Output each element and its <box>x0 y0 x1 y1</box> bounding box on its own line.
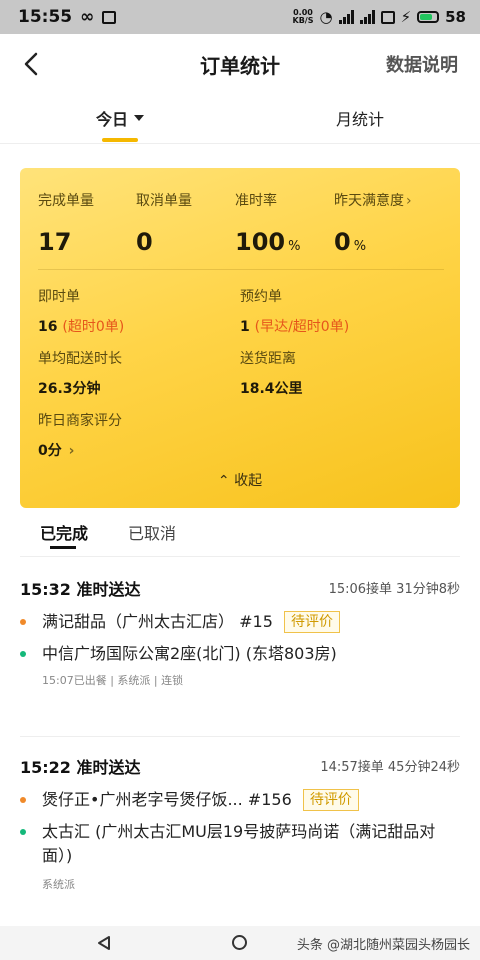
dropoff-dot-icon <box>20 651 26 657</box>
delivery-distance-label: 送货距离 <box>240 351 296 367</box>
dropoff-dot-icon <box>20 829 26 835</box>
active-subtab-indicator <box>50 546 76 549</box>
watermark: 头条 @湖北随州菜园头杨园长 <box>296 938 470 953</box>
network-speed-unit: KB/S <box>292 16 314 25</box>
metric-value: 17 <box>38 228 72 256</box>
active-tab-indicator <box>102 138 138 142</box>
order-address: 中信广场国际公寓2座(北门) (东塔803房) <box>20 642 460 666</box>
order-address: 太古汇 (广州太古汇MU层19号披萨玛尚诺（满记甜品对 面）) <box>20 820 460 868</box>
avg-delivery-time: 单均配送时长 26.3分钟 <box>38 348 122 398</box>
nav-home-icon[interactable] <box>232 935 247 950</box>
reserved-orders-value: 1 (早达/超时0单) <box>240 319 350 335</box>
divider <box>20 556 460 557</box>
metric-unit: % <box>353 239 367 254</box>
instant-orders-label: 即时单 <box>38 289 80 305</box>
app-header: 订单统计 数据说明 <box>0 34 480 94</box>
order-status-tabs: 已完成 已取消 <box>20 518 460 558</box>
divider <box>38 269 444 270</box>
avg-delivery-time-label: 单均配送时长 <box>38 351 122 367</box>
metric-unit: % <box>288 239 301 254</box>
avg-delivery-time-value: 26.3分钟 <box>38 381 101 397</box>
battery-icon <box>417 11 440 23</box>
infinity-icon: ∞ <box>80 7 95 27</box>
order-shop: 满记甜品（广州太古汇店） #15 待评价 <box>20 610 460 634</box>
metric-canceled: 取消单量 0 <box>136 190 192 256</box>
order-meta: 15:06接单 31分钟8秒 <box>328 582 460 597</box>
pickup-dot-icon <box>20 619 26 625</box>
reserved-orders: 预约单 1 (早达/超时0单) <box>240 286 349 336</box>
merchant-rating-value: 0分 › <box>38 443 75 459</box>
collapse-label: 收起 <box>234 473 263 489</box>
address-text-continued: 面）) <box>42 846 73 865</box>
shop-name: 煲仔正•广州老字号煲仔饭... <box>42 790 243 809</box>
address-text: 中信广场国际公寓2座(北门) (东塔803房) <box>42 644 337 663</box>
order-number: #15 <box>239 612 273 631</box>
order-tags: 系统派 <box>42 878 75 891</box>
metric-satisfaction[interactable]: 昨天满意度 › 0% <box>334 190 412 256</box>
address-text: 太古汇 (广州太古汇MU层19号披萨玛尚诺（满记甜品对 <box>42 822 436 841</box>
merchant-rating-label: 昨日商家评分 <box>38 413 122 429</box>
status-bar: 15:55 ∞ 0.00 KB/S ◔ ⚡ 58 <box>0 0 480 34</box>
order-shop: 煲仔正•广州老字号煲仔饭... #156 待评价 <box>20 788 460 812</box>
network-speed: 0.00 KB/S <box>293 9 314 25</box>
metric-value: 100% <box>235 228 301 256</box>
instant-orders-note: (超时0单) <box>62 319 125 335</box>
status-badge[interactable]: 待评价 <box>283 611 340 633</box>
metric-label: 准时率 <box>235 193 277 209</box>
order-title: 15:22 准时送达 <box>20 758 141 777</box>
chevron-up-icon: ⌃ <box>217 473 230 489</box>
order-card[interactable]: 15:32 准时送达 15:06接单 31分钟8秒 满记甜品（广州太古汇店） #… <box>20 576 460 688</box>
order-title: 15:32 准时送达 <box>20 580 141 599</box>
nav-back-icon[interactable] <box>96 935 112 951</box>
tab-monthly[interactable]: 月统计 <box>336 106 384 130</box>
tab-today-label: 今日 <box>96 110 129 129</box>
signal-icon <box>338 10 354 24</box>
order-tags: 15:07已出餐 | 系统派 | 连锁 <box>42 674 184 687</box>
instant-orders: 即时单 16 (超时0单) <box>38 286 124 336</box>
status-badge[interactable]: 待评价 <box>302 789 359 811</box>
stats-card: 完成单量 17 取消单量 0 准时率 100% 昨天满意度 › 0% 即时单 16… <box>20 168 460 508</box>
system-nav-bar: 头条 @湖北随州菜园头杨园长 <box>0 926 480 960</box>
tab-completed[interactable]: 已完成 <box>40 520 88 544</box>
metric-label: 昨天满意度 › <box>334 193 412 209</box>
metric-on-time-rate: 准时率 100% <box>235 190 300 256</box>
metric-value: 0% <box>334 228 367 256</box>
caret-down-icon <box>134 115 145 121</box>
order-meta: 14:57接单 45分钟24秒 <box>320 760 460 775</box>
delivery-distance-value: 18.4公里 <box>240 381 303 397</box>
metric-completed: 完成单量 17 <box>38 190 94 256</box>
shop-name: 满记甜品（广州太古汇店） <box>42 612 235 631</box>
metric-label: 完成单量 <box>38 193 94 209</box>
order-number: #156 <box>247 790 292 809</box>
signal-icon-2 <box>359 10 375 24</box>
data-explanation-button[interactable]: 数据说明 <box>386 51 458 77</box>
merchant-rating[interactable]: 昨日商家评分 0分 › <box>38 410 122 460</box>
metric-value: 0 <box>136 228 153 256</box>
reserved-orders-label: 预约单 <box>240 289 282 305</box>
chevron-right-icon: › <box>68 443 75 459</box>
metric-label: 取消单量 <box>136 193 192 209</box>
chevron-right-icon: › <box>406 193 412 209</box>
tab-today[interactable]: 今日 <box>96 106 145 130</box>
instant-orders-value: 16 (超时0单) <box>38 319 125 335</box>
tab-canceled[interactable]: 已取消 <box>128 520 176 544</box>
divider <box>20 736 460 737</box>
nfc-icon: ◔ <box>319 8 333 26</box>
pickup-dot-icon <box>20 797 26 803</box>
status-time: 15:55 <box>18 7 73 27</box>
period-tabs: 今日 月统计 <box>0 98 480 144</box>
reserved-orders-note: (早达/超时0单) <box>254 319 350 335</box>
hd-icon <box>380 10 395 24</box>
delivery-distance: 送货距离 18.4公里 <box>240 348 303 398</box>
battery-level: 58 <box>445 8 466 26</box>
order-card[interactable]: 15:22 准时送达 14:57接单 45分钟24秒 煲仔正•广州老字号煲仔饭.… <box>20 754 460 892</box>
charging-icon: ⚡ <box>400 8 412 26</box>
notification-icon <box>102 10 117 24</box>
collapse-button[interactable]: ⌃ 收起 <box>20 470 460 490</box>
